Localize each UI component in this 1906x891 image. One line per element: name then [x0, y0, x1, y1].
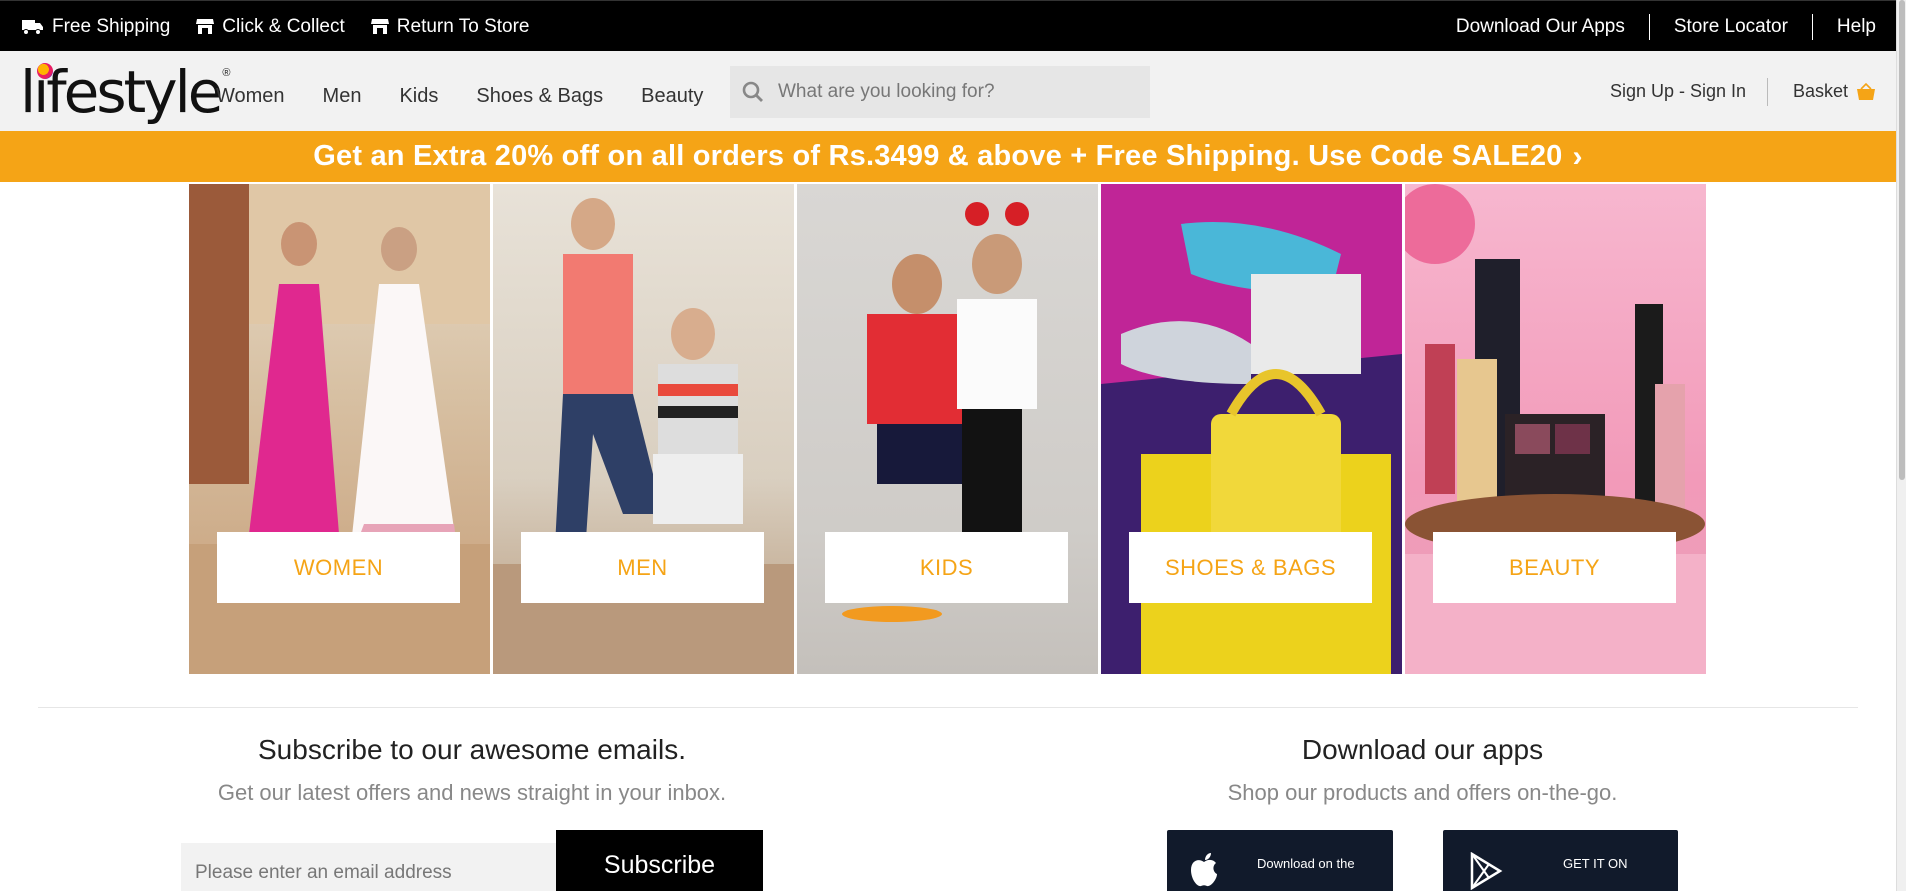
basket-label: Basket [1793, 81, 1849, 101]
lifestyle-logo[interactable]: lifestyle ® [20, 57, 230, 123]
apple-icon [1191, 853, 1217, 887]
category-tile-beauty[interactable]: BEAUTY [1405, 184, 1706, 674]
main-nav: Women Men Kids Shoes & Bags Beauty [216, 51, 703, 131]
app-store-button[interactable]: Download on the [1167, 830, 1393, 891]
subscribe-button[interactable]: Subscribe [556, 830, 763, 891]
email-field[interactable] [181, 843, 556, 891]
subscribe-description: Get our latest offers and news straight … [217, 780, 727, 805]
scrollbar-thumb[interactable] [1899, 0, 1905, 480]
category-tile-men[interactable]: MEN [493, 184, 794, 674]
download-apps-link[interactable]: Download Our Apps [1432, 14, 1649, 40]
promo-banner[interactable]: Get an Extra 20% off on all orders of Rs… [0, 131, 1896, 182]
free-shipping-link[interactable]: Free Shipping [22, 16, 170, 38]
free-shipping-label: Free Shipping [52, 15, 171, 37]
shoes-bags-label[interactable]: SHOES & BAGS [1129, 532, 1372, 603]
kids-label[interactable]: KIDS [825, 532, 1068, 603]
nav-men[interactable]: Men [323, 75, 362, 108]
nav-women[interactable]: Women [216, 75, 285, 108]
nav-beauty[interactable]: Beauty [641, 75, 703, 108]
section-divider [38, 707, 1858, 708]
store-locator-link[interactable]: Store Locator [1648, 13, 1812, 40]
google-play-button[interactable]: GET IT ON [1443, 830, 1678, 891]
click-collect-label: Click & Collect [222, 15, 345, 37]
utility-features: Free Shipping Click & Collect Return To … [22, 1, 530, 52]
google-play-icon [1470, 852, 1503, 890]
nav-kids[interactable]: Kids [399, 75, 438, 108]
store-icon [370, 19, 389, 34]
category-tile-kids[interactable]: KIDS [797, 184, 1098, 674]
page-scrollbar[interactable] [1896, 0, 1906, 891]
category-tile-shoes-bags[interactable]: SHOES & BAGS [1101, 184, 1402, 674]
store-icon [196, 19, 215, 34]
return-to-store-link[interactable]: Return To Store [370, 15, 530, 38]
utility-bar: Free Shipping Click & Collect Return To … [0, 0, 1896, 51]
chevron-right-icon: › [1572, 139, 1583, 173]
basket-link[interactable]: Basket [1793, 81, 1876, 102]
apple-small-text: Download on the [1257, 856, 1355, 871]
subscribe-title: Subscribe to our awesome emails. [258, 734, 686, 765]
utility-links: Download Our Apps Store Locator Help [1432, 1, 1888, 52]
header-divider [1767, 78, 1768, 106]
logo-dot-icon [37, 63, 53, 79]
click-collect-link[interactable]: Click & Collect [196, 15, 345, 38]
basket-icon [1857, 82, 1876, 100]
search-bar [730, 66, 1150, 118]
promo-text: Get an Extra 20% off on all orders of Rs… [313, 140, 1563, 172]
beauty-label[interactable]: BEAUTY [1433, 532, 1676, 603]
search-icon[interactable] [742, 81, 764, 103]
truck-icon [22, 19, 43, 35]
sign-in-link[interactable]: Sign Up - Sign In [1610, 81, 1746, 102]
site-header: lifestyle ® Women Men Kids Shoes & Bags … [0, 51, 1896, 131]
nav-shoes-bags[interactable]: Shoes & Bags [476, 75, 603, 108]
help-link[interactable]: Help [1811, 13, 1888, 40]
apps-description: Shop our products and offers on-the-go. [1227, 780, 1618, 805]
category-tile-women[interactable]: WOMEN [189, 184, 490, 674]
women-label[interactable]: WOMEN [217, 532, 460, 603]
apps-title: Download our apps [1301, 734, 1544, 765]
category-tiles: WOMEN MEN KIDS SHOES & BAGS BEAUTY [189, 184, 1707, 674]
google-small-text: GET IT ON [1563, 856, 1628, 871]
men-label[interactable]: MEN [521, 532, 764, 603]
search-input[interactable] [778, 81, 1138, 103]
return-to-store-label: Return To Store [396, 15, 530, 37]
